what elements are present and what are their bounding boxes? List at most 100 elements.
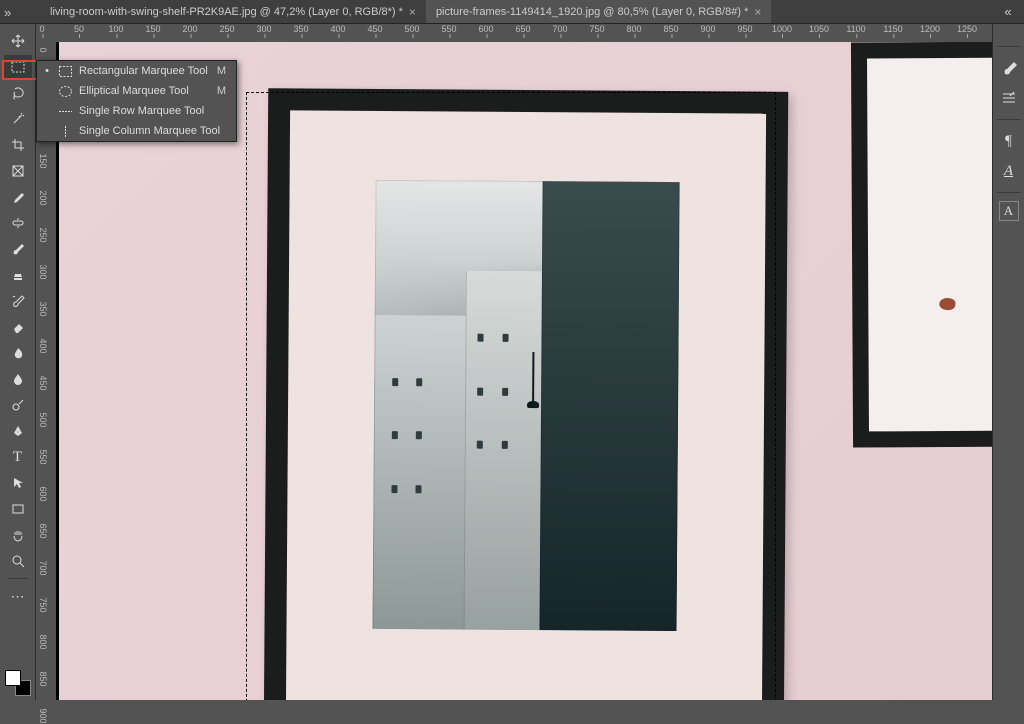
rect-marquee-icon <box>57 66 73 77</box>
ruler-tick: 0 <box>38 47 48 52</box>
ruler-tick: 750 <box>589 24 604 34</box>
ruler-tick: 650 <box>515 24 530 34</box>
flyout-item-elliptical-marquee[interactable]: Elliptical Marquee Tool M <box>37 81 236 101</box>
flyout-item-label: Single Row Marquee Tool <box>79 105 220 117</box>
col-marquee-icon <box>57 126 73 137</box>
eyedropper-tool[interactable] <box>4 185 32 209</box>
row-marquee-icon <box>57 106 73 117</box>
close-icon[interactable]: × <box>409 5 416 19</box>
ruler-tick: 450 <box>38 375 48 390</box>
ruler-tick: 400 <box>38 338 48 353</box>
ruler-tick: 950 <box>737 24 752 34</box>
clone-stamp-tool[interactable] <box>4 263 32 287</box>
ruler-tick: 750 <box>38 597 48 612</box>
type-tool[interactable]: T <box>4 445 32 469</box>
magic-wand-tool[interactable] <box>4 107 32 131</box>
ruler-tick: 250 <box>219 24 234 34</box>
ruler-tick: 650 <box>38 523 48 538</box>
ruler-tick: 150 <box>145 24 160 34</box>
marquee-tool-flyout: • Rectangular Marquee Tool M Elliptical … <box>36 60 237 142</box>
ruler-tick: 150 <box>38 153 48 168</box>
ruler-tick: 1250 <box>957 24 977 34</box>
ruler-tick: 550 <box>441 24 456 34</box>
artwork-shape <box>938 297 955 311</box>
ruler-tick: 850 <box>663 24 678 34</box>
document-tab-bar: » living-room-with-swing-shelf-PR2K9AE.j… <box>0 0 1024 24</box>
ruler-tick: 250 <box>38 227 48 242</box>
ruler-tick: 200 <box>182 24 197 34</box>
ruler-tick: 850 <box>38 671 48 686</box>
ruler-tick: 0 <box>39 24 44 34</box>
flyout-item-label: Rectangular Marquee Tool <box>79 65 211 77</box>
close-icon[interactable]: × <box>754 5 761 19</box>
flyout-item-shortcut: M <box>217 65 226 77</box>
tools-panel: T ⋯ <box>0 24 36 700</box>
path-selection-tool[interactable] <box>4 471 32 495</box>
ruler-tick: 700 <box>38 560 48 575</box>
ruler-tick: 600 <box>38 486 48 501</box>
ruler-tick: 550 <box>38 449 48 464</box>
ruler-tick: 900 <box>700 24 715 34</box>
zoom-tool[interactable] <box>4 549 32 573</box>
document-tab[interactable]: living-room-with-swing-shelf-PR2K9AE.jpg… <box>40 0 426 23</box>
flyout-item-shortcut: M <box>217 85 226 97</box>
ruler-tick: 800 <box>626 24 641 34</box>
expand-panels-icon[interactable]: » <box>4 5 11 20</box>
flyout-item-label: Elliptical Marquee Tool <box>79 85 211 97</box>
move-tool[interactable] <box>4 29 32 53</box>
paragraph-panel-icon[interactable]: ¶ <box>996 128 1022 154</box>
history-brush-tool[interactable] <box>4 289 32 313</box>
ruler-tick: 1100 <box>846 24 865 34</box>
eraser-tool[interactable] <box>4 315 32 339</box>
flyout-item-label: Single Column Marquee Tool <box>79 125 220 137</box>
crop-tool[interactable] <box>4 133 32 157</box>
document-tab-label: living-room-with-swing-shelf-PR2K9AE.jpg… <box>50 6 403 18</box>
expand-right-panels-icon[interactable]: « <box>994 4 1022 19</box>
pen-tool[interactable] <box>4 419 32 443</box>
dodge-tool[interactable] <box>4 393 32 417</box>
brush-tool[interactable] <box>4 237 32 261</box>
selected-bullet-icon: • <box>43 65 51 77</box>
character-panel-icon[interactable]: A <box>996 158 1022 184</box>
glyphs-panel-icon[interactable]: A <box>999 201 1019 221</box>
rectangular-marquee-tool[interactable] <box>4 55 32 79</box>
brush-settings-panel-icon[interactable] <box>996 85 1022 111</box>
document-tab[interactable]: picture-frames-1149414_1920.jpg @ 80,5% … <box>426 0 771 23</box>
lasso-tool[interactable] <box>4 81 32 105</box>
hand-tool[interactable] <box>4 523 32 547</box>
ruler-tick: 350 <box>38 301 48 316</box>
ruler-tick: 50 <box>74 24 84 34</box>
ruler-tick: 1200 <box>920 24 940 34</box>
right-panel-strip: ¶ A A <box>992 24 1024 700</box>
ruler-tick: 500 <box>38 412 48 427</box>
brush-panel-icon[interactable] <box>996 55 1022 81</box>
gradient-tool[interactable] <box>4 341 32 365</box>
blur-tool[interactable] <box>4 367 32 391</box>
picture-frame-right <box>851 42 992 448</box>
ruler-tick: 350 <box>293 24 308 34</box>
flyout-item-single-row-marquee[interactable]: Single Row Marquee Tool <box>37 101 236 121</box>
ruler-tick: 200 <box>38 190 48 205</box>
edit-toolbar-button[interactable]: ⋯ <box>4 584 32 608</box>
color-swatches[interactable] <box>5 670 31 696</box>
ruler-tick: 450 <box>367 24 382 34</box>
ruler-tick: 500 <box>404 24 419 34</box>
ruler-tick: 1050 <box>809 24 829 34</box>
ruler-tick: 300 <box>256 24 271 34</box>
horizontal-ruler[interactable]: 0501001502002503003504004505005506006507… <box>36 24 992 42</box>
spot-healing-tool[interactable] <box>4 211 32 235</box>
ruler-tick: 700 <box>552 24 567 34</box>
ruler-tick: 800 <box>38 634 48 649</box>
rectangle-shape-tool[interactable] <box>4 497 32 521</box>
flyout-item-rectangular-marquee[interactable]: • Rectangular Marquee Tool M <box>37 61 236 81</box>
foreground-color-swatch[interactable] <box>5 670 21 686</box>
ruler-tick: 1150 <box>883 24 902 34</box>
document-tab-label: picture-frames-1149414_1920.jpg @ 80,5% … <box>436 6 748 18</box>
frame-tool[interactable] <box>4 159 32 183</box>
ruler-tick: 300 <box>38 264 48 279</box>
ruler-tick: 100 <box>108 24 123 34</box>
selection-marquee[interactable] <box>246 92 776 700</box>
ellipse-marquee-icon <box>57 86 73 97</box>
flyout-item-single-column-marquee[interactable]: Single Column Marquee Tool <box>37 121 236 141</box>
ruler-tick: 600 <box>478 24 493 34</box>
